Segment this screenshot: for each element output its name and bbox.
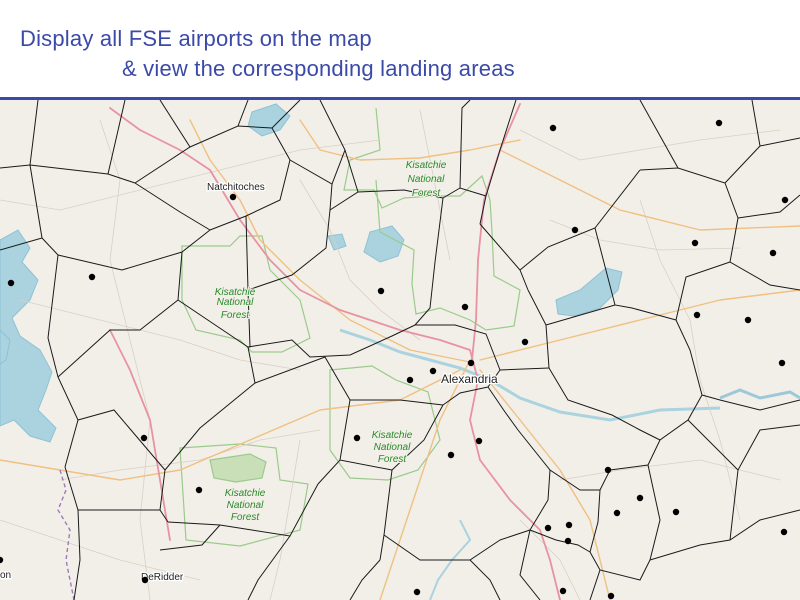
airport-marker[interactable] [607,592,615,600]
airport-marker[interactable] [571,226,579,234]
airport-marker[interactable] [691,239,699,247]
airport-marker[interactable] [141,576,149,584]
airport-marker[interactable] [195,486,203,494]
airport-marker[interactable] [88,273,96,281]
airport-marker[interactable] [7,279,15,287]
airport-marker[interactable] [565,521,573,529]
airport-marker[interactable] [467,359,475,367]
airport-marker[interactable] [229,193,237,201]
airport-marker[interactable] [780,528,788,536]
airport-marker[interactable] [353,434,361,442]
airport-marker[interactable] [406,376,414,384]
airport-marker[interactable] [715,119,723,127]
airport-marker[interactable] [781,196,789,204]
airport-marker[interactable] [447,451,455,459]
page-header: Display all FSE airports on the map & vi… [0,0,800,100]
label-natchitoches: Natchitoches [207,182,265,193]
forest-west-label-2: National [217,297,254,308]
forest-south-label-1: Kisatchie [225,488,266,499]
airport-marker[interactable] [413,588,421,596]
airport-marker[interactable] [544,524,552,532]
map-canvas[interactable]: Natchitoches Alexandria DeRidder on Kisa… [0,100,800,600]
airport-marker[interactable] [672,508,680,516]
forest-north-label-1: Kisatchie [406,160,447,171]
label-edge: on [0,570,11,581]
forest-central-label-3: Forest [378,454,408,465]
forest-south-label-2: National [227,500,264,511]
forest-south-inner [209,453,267,483]
header-title-line1: Display all FSE airports on the map [20,26,372,51]
airport-marker[interactable] [744,316,752,324]
airport-marker[interactable] [778,359,786,367]
airport-marker[interactable] [564,537,572,545]
airport-marker[interactable] [461,303,469,311]
forest-west-label-3: Forest [221,310,251,321]
airport-marker[interactable] [377,287,385,295]
airport-marker[interactable] [429,367,437,375]
airport-marker[interactable] [475,437,483,445]
airport-marker[interactable] [559,587,567,595]
forest-central-label-1: Kisatchie [372,430,413,441]
airport-marker[interactable] [549,124,557,132]
forest-central-label-2: National [374,442,411,453]
map-view[interactable]: Natchitoches Alexandria DeRidder on Kisa… [0,100,800,600]
airport-marker[interactable] [613,509,621,517]
forest-north-label-3: Forest [412,188,442,199]
airport-marker[interactable] [769,249,777,257]
label-alexandria: Alexandria [441,372,498,386]
airport-marker[interactable] [693,311,701,319]
airport-marker[interactable] [521,338,529,346]
forest-north-label-2: National [408,174,445,185]
airport-marker[interactable] [604,466,612,474]
airport-marker[interactable] [636,494,644,502]
header-title-line2: & view the corresponding landing areas [122,56,515,81]
forest-south-label-3: Forest [231,512,261,523]
airport-marker[interactable] [140,434,148,442]
